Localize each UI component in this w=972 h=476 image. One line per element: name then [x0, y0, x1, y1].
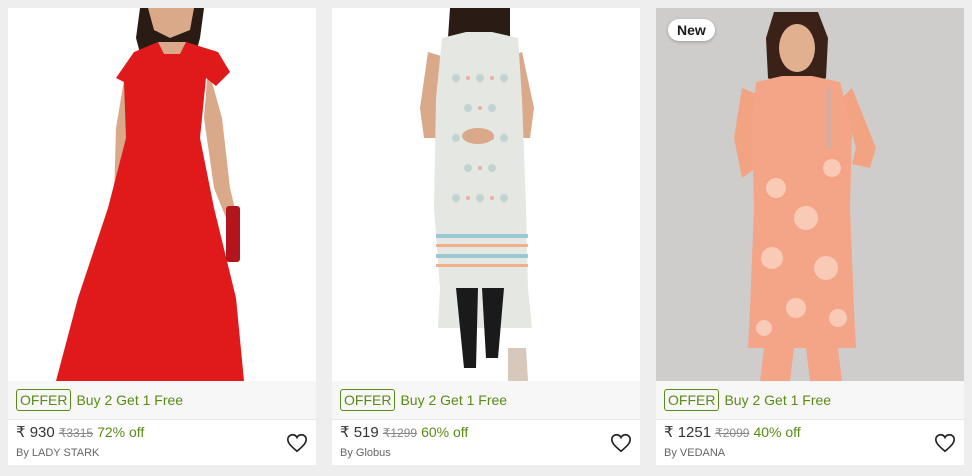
- offer-text: Buy 2 Get 1 Free: [76, 392, 184, 408]
- discount-label: 40% off: [753, 424, 801, 440]
- price-row: ₹ 519 ₹1299 60% off: [340, 423, 468, 443]
- brand-name: By Globus: [340, 447, 391, 459]
- heart-icon: [935, 433, 955, 453]
- discount-label: 72% off: [97, 424, 145, 440]
- selling-price: ₹ 930: [16, 424, 55, 441]
- price-row: ₹ 930 ₹3315 72% off: [16, 423, 144, 443]
- offer-row: OFFER Buy 2 Get 1 Free: [332, 381, 640, 419]
- heart-icon: [287, 433, 307, 453]
- product-image[interactable]: [332, 8, 640, 381]
- wishlist-button[interactable]: [934, 432, 956, 454]
- selling-price: ₹ 519: [340, 424, 379, 441]
- offer-text: Buy 2 Get 1 Free: [400, 392, 508, 408]
- product-image[interactable]: [656, 8, 964, 381]
- original-price: ₹3315: [58, 426, 94, 440]
- product-card[interactable]: New OFFER Buy 2 Get 1 Free ₹ 1251 ₹2099 …: [656, 8, 964, 465]
- new-badge: New: [668, 19, 715, 41]
- product-card[interactable]: OFFER Buy 2 Get 1 Free ₹ 930 ₹3315 72% o…: [8, 8, 316, 465]
- divider: [656, 419, 964, 420]
- original-price: ₹1299: [382, 426, 418, 440]
- offer-row: OFFER Buy 2 Get 1 Free: [8, 381, 316, 419]
- offer-tag: OFFER: [16, 389, 72, 411]
- offer-row: OFFER Buy 2 Get 1 Free: [656, 381, 964, 419]
- wishlist-button[interactable]: [610, 432, 632, 454]
- original-price: ₹2099: [715, 426, 750, 440]
- heart-icon: [611, 433, 631, 453]
- divider: [8, 419, 316, 420]
- product-grid: OFFER Buy 2 Get 1 Free ₹ 930 ₹3315 72% o…: [0, 0, 972, 476]
- brand-name: By VEDANA: [664, 447, 726, 459]
- product-image[interactable]: [8, 8, 316, 381]
- offer-tag: OFFER: [340, 389, 396, 411]
- divider: [332, 419, 640, 420]
- brand-name: By LADY STARK: [16, 447, 100, 459]
- product-card[interactable]: OFFER Buy 2 Get 1 Free ₹ 519 ₹1299 60% o…: [332, 8, 640, 465]
- price-row: ₹ 1251 ₹2099 40% off: [664, 423, 801, 443]
- offer-tag: OFFER: [664, 389, 720, 411]
- selling-price: ₹ 1251: [664, 424, 712, 441]
- discount-label: 60% off: [421, 424, 469, 440]
- wishlist-button[interactable]: [286, 432, 308, 454]
- offer-text: Buy 2 Get 1 Free: [724, 392, 832, 408]
